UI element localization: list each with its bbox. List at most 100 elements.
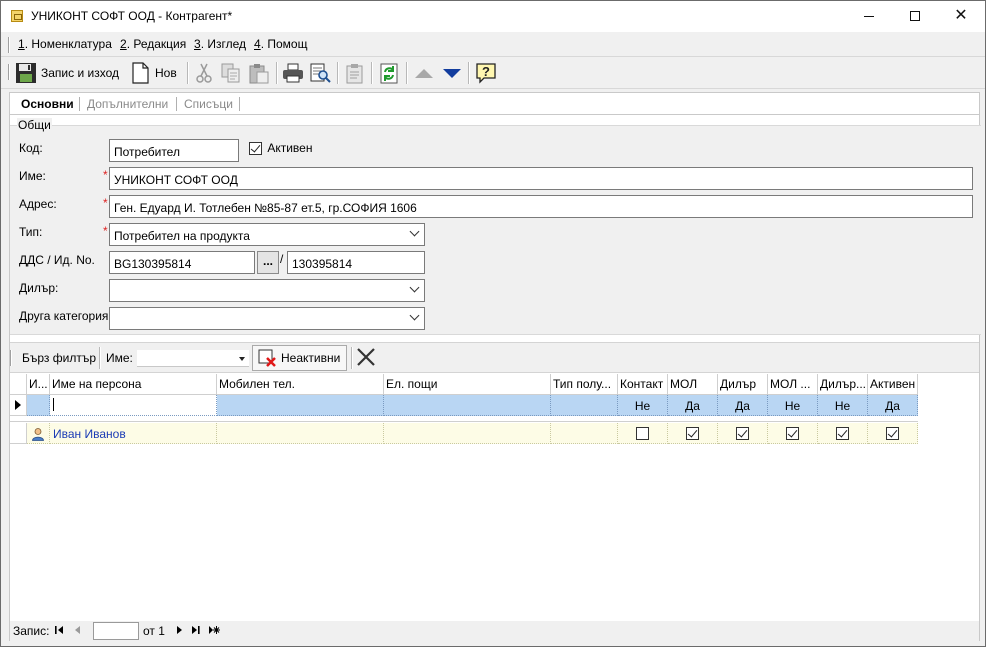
properties-button[interactable] <box>343 60 365 86</box>
column-header-dealer[interactable]: Дилър <box>718 374 768 395</box>
column-header-mol-2[interactable]: МОЛ ... <box>768 374 818 395</box>
active-checkbox[interactable] <box>249 142 262 156</box>
toolbar-separator <box>406 62 408 84</box>
menu-edit[interactable]: 2. Редакция <box>120 37 186 51</box>
filter-cell-contact[interactable]: Не <box>618 395 668 416</box>
paste-button[interactable] <box>248 60 270 86</box>
code-field[interactable]: Потребител <box>109 139 239 162</box>
quick-filter-bar: Бърз филтър Име: Неактивни <box>10 342 979 373</box>
filter-cell-mol-2[interactable]: Не <box>768 395 818 416</box>
filter-cell-active[interactable]: Да <box>868 395 918 416</box>
code-label: Код: <box>19 141 43 155</box>
dealer-select[interactable] <box>109 279 425 302</box>
clear-filter-icon[interactable] <box>356 347 376 367</box>
filter-cell-mol[interactable]: Да <box>668 395 718 416</box>
column-header-contact[interactable]: Контакт <box>618 374 668 395</box>
vat-lookup-button[interactable]: ... <box>257 251 279 274</box>
dealer-2-checkbox[interactable] <box>836 427 849 441</box>
mobile-cell[interactable] <box>217 423 384 444</box>
prev-record-icon <box>75 626 80 634</box>
filter-cell[interactable] <box>27 395 50 416</box>
prev-record-button[interactable] <box>71 623 84 637</box>
dealer-checkbox[interactable] <box>736 427 749 441</box>
new-record-button[interactable] <box>207 623 220 637</box>
quick-filter-label: Бърз филтър <box>22 351 96 365</box>
name-label: Име: <box>19 169 46 183</box>
chevron-down-icon <box>409 310 420 321</box>
menu-nomenclature[interactable]: 1. Номенклатура <box>18 37 112 51</box>
column-header-person-name[interactable]: Име на персона <box>50 374 217 395</box>
filter-cell-person-name[interactable] <box>50 395 217 416</box>
contact-checkbox[interactable] <box>636 427 649 441</box>
print-button[interactable] <box>282 60 304 86</box>
dealer-2-cell[interactable] <box>818 423 868 444</box>
vat-field[interactable]: BG130395814 <box>109 251 255 274</box>
filter-name-input[interactable] <box>137 350 249 367</box>
tab-lists[interactable]: Списъци <box>184 97 233 111</box>
main-window: УНИКОНТ СОФТ ООД - Контрагент* ✕ 1. Номе… <box>0 0 986 647</box>
filter-cell[interactable] <box>384 395 551 416</box>
print-preview-button[interactable] <box>309 60 331 86</box>
contact-cell[interactable] <box>618 423 668 444</box>
first-record-button[interactable] <box>53 623 66 637</box>
active-cell[interactable] <box>868 423 918 444</box>
copy-icon <box>220 62 242 84</box>
row-indicator <box>10 395 27 416</box>
inactive-toggle-button[interactable]: Неактивни <box>252 345 347 371</box>
active-row-checkbox[interactable] <box>886 427 899 441</box>
help-button[interactable]: ? <box>475 60 497 86</box>
person-name-cell[interactable]: Иван Иванов <box>50 423 217 444</box>
filter-cell-dealer-2[interactable]: Не <box>818 395 868 416</box>
next-record-button[interactable] <box>173 623 186 637</box>
cut-button[interactable] <box>193 60 215 86</box>
copy-button[interactable] <box>220 60 242 86</box>
refresh-button[interactable] <box>378 60 400 86</box>
minimize-button[interactable] <box>846 1 892 32</box>
maximize-icon <box>910 11 920 22</box>
last-record-button[interactable] <box>189 623 202 637</box>
tab-divider <box>239 97 240 111</box>
mol-2-checkbox[interactable] <box>786 427 799 441</box>
mol-checkbox[interactable] <box>686 427 699 441</box>
move-up-button[interactable] <box>413 60 435 86</box>
mol-2-cell[interactable] <box>768 423 818 444</box>
new-label: Нов <box>155 66 177 80</box>
move-down-button[interactable] <box>441 60 463 86</box>
column-header-icon[interactable]: И... <box>27 374 50 395</box>
filter-cell-dealer[interactable]: Да <box>718 395 768 416</box>
column-header-emails[interactable]: Ел. пощи <box>384 374 551 395</box>
next-record-icon <box>177 626 182 634</box>
column-header-recipient-type[interactable]: Тип полу... <box>551 374 618 395</box>
name-field[interactable]: УНИКОНТ СОФТ ООД <box>109 167 973 190</box>
column-header-mobile[interactable]: Мобилен тел. <box>217 374 384 395</box>
maximize-button[interactable] <box>892 1 938 32</box>
active-checkbox-wrap[interactable]: Активен <box>249 141 312 156</box>
paste-icon <box>248 62 270 84</box>
dealer-cell[interactable] <box>718 423 768 444</box>
scissors-icon <box>193 62 215 84</box>
tab-additional[interactable]: Допълнителни <box>87 97 168 111</box>
filter-cell[interactable] <box>217 395 384 416</box>
new-button[interactable]: Нов <box>129 60 177 86</box>
general-group-title: Общи <box>17 118 52 132</box>
category-select[interactable] <box>109 307 425 330</box>
person-name-link[interactable]: Иван Иванов <box>53 427 126 441</box>
filter-cell[interactable] <box>551 395 618 416</box>
column-header-dealer-2[interactable]: Дилър... <box>818 374 868 395</box>
chevron-down-icon <box>409 226 420 237</box>
tab-basic[interactable]: Основни <box>21 97 74 111</box>
record-number-input[interactable] <box>93 622 139 640</box>
column-header-mol[interactable]: МОЛ <box>668 374 718 395</box>
menu-view[interactable]: 3. Изглед <box>194 37 246 51</box>
print-preview-icon <box>309 62 331 84</box>
save-exit-button[interactable]: Запис и изход <box>15 60 119 86</box>
recipient-type-cell[interactable] <box>551 423 618 444</box>
id-number-field[interactable]: 130395814 <box>287 251 425 274</box>
column-header-active[interactable]: Активен <box>868 374 918 395</box>
type-select[interactable]: Потребител на продукта <box>109 223 425 246</box>
email-cell[interactable] <box>384 423 551 444</box>
address-field[interactable]: Ген. Едуард И. Тотлебен №85-87 ет.5, гр.… <box>109 195 973 218</box>
close-button[interactable]: ✕ <box>938 1 984 32</box>
mol-cell[interactable] <box>668 423 718 444</box>
menu-help[interactable]: 4. Помощ <box>254 37 307 51</box>
